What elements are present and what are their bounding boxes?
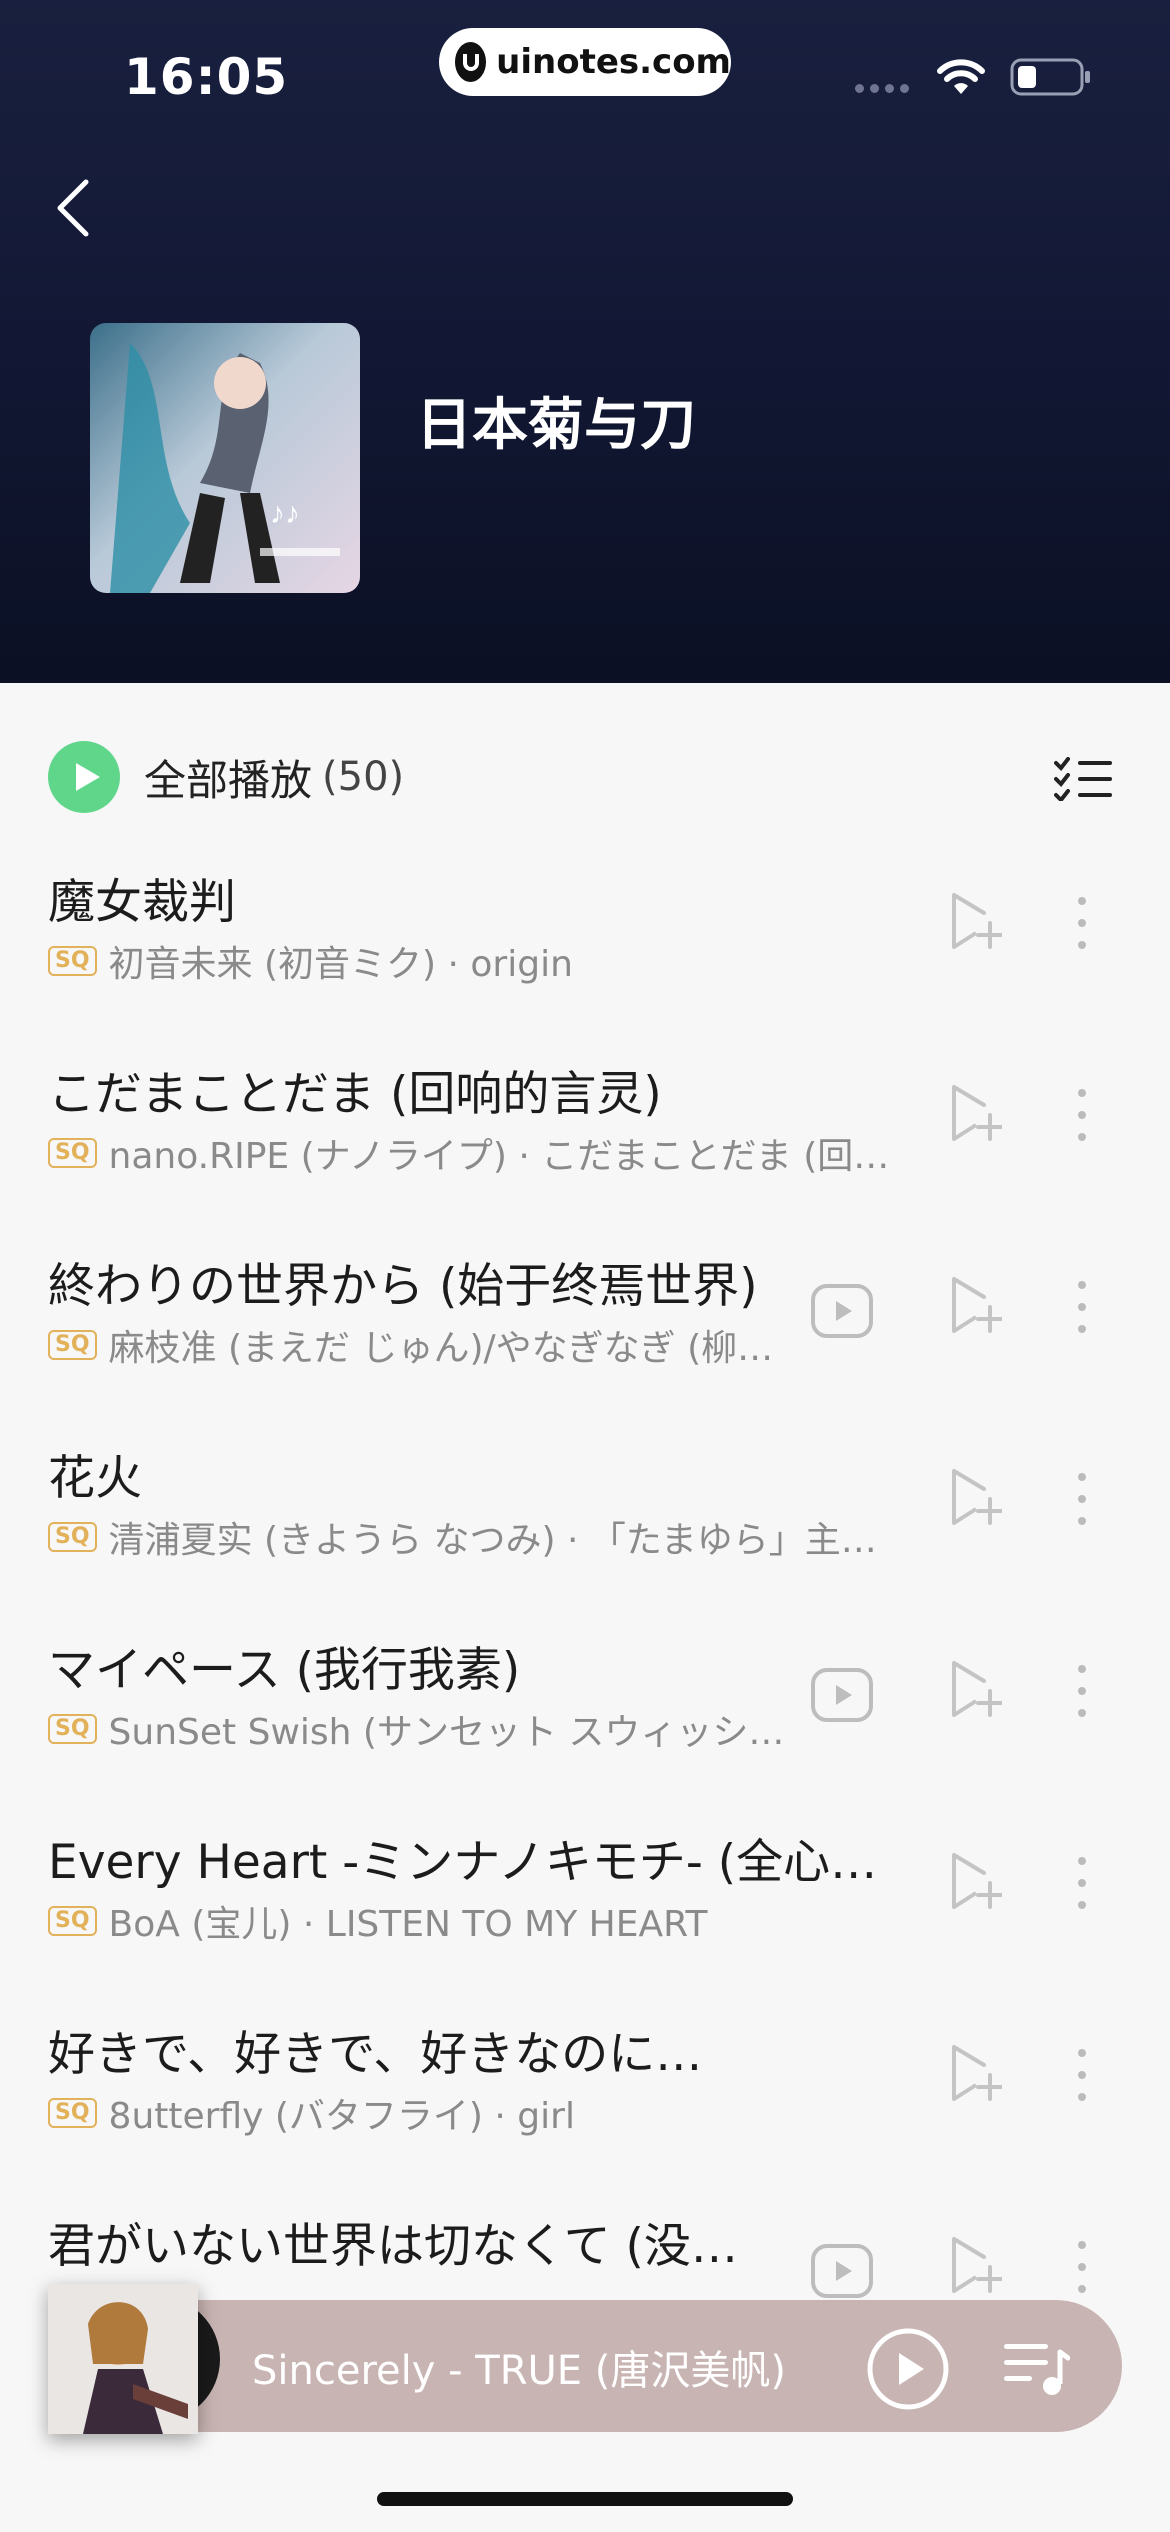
song-meta: SQ BoA (宝儿) · LISTEN TO MY HEART (48, 1895, 708, 1947)
song-title: 魔女裁判 (48, 875, 236, 930)
status-time: 16:05 (124, 48, 289, 106)
add-to-playlist-icon[interactable] (950, 2043, 1002, 2103)
now-playing-text[interactable]: Sincerely - TRUE (唐沢美帆) (252, 2338, 786, 2396)
sq-badge: SQ (48, 1714, 97, 1744)
now-playing-cover[interactable] (48, 2284, 198, 2434)
add-to-playlist-icon[interactable] (950, 1275, 1002, 1335)
more-options-icon[interactable] (1070, 1853, 1094, 1913)
multi-select-icon[interactable] (1054, 757, 1112, 801)
song-artist-album: nano.RIPE (ナノライプ) · こだまことだま (回… (108, 1136, 890, 1177)
album-cover: ♪♪ (90, 323, 360, 593)
song-meta: SQ 麻枝准 (まえだ じゅん)/やなぎなぎ (柳… (48, 1319, 773, 1371)
player-play-button[interactable] (866, 2327, 950, 2411)
wifi-icon (937, 59, 985, 94)
song-title: 花火 (48, 1451, 142, 1506)
more-options-icon[interactable] (1070, 2045, 1094, 2105)
song-title: マイペース (我行我素) (48, 1643, 521, 1698)
battery-icon (1010, 58, 1090, 96)
song-row[interactable]: マイペース (我行我素) SQ SunSet Swish (サンセット スウィッシ… (0, 1631, 1170, 1823)
song-artist-album: 初音未来 (初音ミク) · origin (108, 944, 573, 985)
song-title: 終わりの世界から (始于终焉世界) (48, 1259, 758, 1314)
song-meta: SQ 清浦夏实 (きようら なつみ) · 「たまゆら」主… (48, 1511, 877, 1563)
sq-badge: SQ (48, 1330, 97, 1360)
home-indicator (377, 2492, 793, 2506)
song-artist-album: 清浦夏实 (きようら なつみ) · 「たまゆら」主… (108, 1520, 877, 1561)
song-list: 魔女裁判 SQ 初音未来 (初音ミク) · origin こだまことだま (回响的言灵… (0, 863, 1170, 2399)
more-options-icon[interactable] (1070, 893, 1094, 953)
add-to-playlist-icon[interactable] (950, 1083, 1002, 1143)
add-to-playlist-icon[interactable] (950, 891, 1002, 951)
more-options-icon[interactable] (1070, 1085, 1094, 1145)
add-to-playlist-icon[interactable] (950, 1659, 1002, 1719)
more-options-icon[interactable] (1070, 1277, 1094, 1337)
song-meta: SQ 8utterfly (バタフライ) · girl (48, 2087, 575, 2139)
mv-video-icon[interactable] (810, 1283, 874, 1339)
song-artist-album: SunSet Swish (サンセット スウィッシ… (108, 1712, 785, 1753)
sq-badge: SQ (48, 946, 97, 976)
play-all-label: 全部播放 (144, 755, 313, 805)
song-title: こだまことだま (回响的言灵) (48, 1067, 662, 1122)
add-to-playlist-icon[interactable] (950, 1851, 1002, 1911)
song-row[interactable]: Every Heart -ミンナノキモチ- (全心… SQ BoA (宝儿) · L… (0, 1823, 1170, 2015)
more-options-icon[interactable] (1070, 2237, 1094, 2297)
play-all-count: (50) (322, 754, 405, 800)
song-row[interactable]: 魔女裁判 SQ 初音未来 (初音ミク) · origin (0, 863, 1170, 1055)
url-badge: uinotes.com (439, 28, 731, 96)
sq-badge: SQ (48, 1522, 97, 1552)
url-text: uinotes.com (496, 42, 731, 82)
sq-badge: SQ (48, 1138, 97, 1168)
song-meta: SQ 初音未来 (初音ミク) · origin (48, 935, 573, 987)
song-title: Every Heart -ミンナノキモチ- (全心… (48, 1835, 878, 1890)
mv-video-icon[interactable] (810, 1667, 874, 1723)
song-row[interactable]: 好きで、好きで、好きなのに… SQ 8utterfly (バタフライ) · girl (0, 2015, 1170, 2207)
add-to-playlist-icon[interactable] (950, 1467, 1002, 1527)
song-meta: SQ SunSet Swish (サンセット スウィッシ… (48, 1703, 784, 1755)
svg-text:♪♪: ♪♪ (270, 497, 300, 530)
song-row[interactable]: 花火 SQ 清浦夏实 (きようら なつみ) · 「たまゆら」主… (0, 1439, 1170, 1631)
song-row[interactable]: こだまことだま (回响的言灵) SQ nano.RIPE (ナノライプ) · こだま… (0, 1055, 1170, 1247)
song-artist-album: BoA (宝儿) · LISTEN TO MY HEART (108, 1904, 708, 1945)
play-all-button[interactable]: 全部播放 (50) (48, 741, 404, 813)
playlist-header: 16:05 uinotes.com ♪♪ 日本菊与刀 (0, 0, 1170, 683)
add-to-playlist-icon[interactable] (950, 2235, 1002, 2295)
site-logo-icon (455, 42, 487, 82)
song-list-panel: 全部播放 (50) 魔女裁判 SQ 初音未来 (初音ミク) · origin こだまこ… (0, 683, 1170, 2532)
back-button[interactable] (50, 178, 98, 238)
playlist-title: 日本菊与刀 (416, 393, 696, 458)
playlist-queue-icon[interactable] (1002, 2338, 1070, 2400)
cell-signal-icon (855, 84, 909, 93)
song-row[interactable]: 終わりの世界から (始于终焉世界) SQ 麻枝准 (まえだ じゅん)/やなぎなぎ (… (0, 1247, 1170, 1439)
song-artist-album: 麻枝准 (まえだ じゅん)/やなぎなぎ (柳… (108, 1328, 774, 1369)
mv-video-icon[interactable] (810, 2243, 874, 2299)
more-options-icon[interactable] (1070, 1469, 1094, 1529)
song-title: 君がいない世界は切なくて (没… (48, 2219, 738, 2274)
more-options-icon[interactable] (1070, 1661, 1094, 1721)
song-meta: SQ nano.RIPE (ナノライプ) · こだまことだま (回… (48, 1127, 889, 1179)
song-title: 好きで、好きで、好きなのに… (48, 2027, 703, 2082)
sq-badge: SQ (48, 2098, 97, 2128)
song-artist-album: 8utterfly (バタフライ) · girl (108, 2096, 575, 2137)
play-circle-icon[interactable] (48, 741, 120, 813)
sq-badge: SQ (48, 1906, 97, 1936)
